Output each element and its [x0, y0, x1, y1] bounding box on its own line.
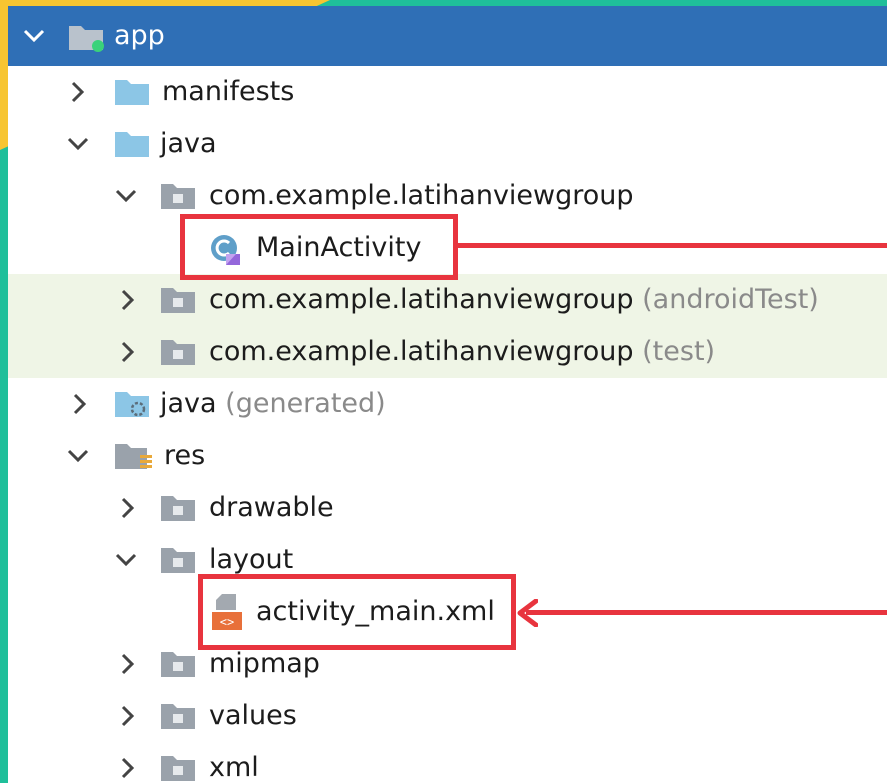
tree-node-suffix: (androidTest) — [642, 284, 819, 315]
tree-node-res[interactable]: res — [8, 430, 887, 482]
tree-node-values[interactable]: values — [8, 690, 887, 742]
chevron-right-icon[interactable] — [116, 756, 140, 780]
chevron-right-icon[interactable] — [116, 340, 140, 364]
module-folder-icon — [68, 22, 104, 56]
tree-node-package-androidtest[interactable]: com.example.latihanviewgroup (androidTes… — [8, 274, 887, 326]
chevron-down-icon[interactable] — [22, 24, 46, 48]
tree-node-label: java — [160, 128, 217, 159]
chevron-right-icon[interactable] — [116, 496, 140, 520]
chevron-right-icon[interactable] — [116, 288, 140, 312]
tree-node-java[interactable]: java — [8, 118, 887, 170]
package-icon — [160, 337, 196, 371]
tree-node-label: com.example.latihanviewgroup (androidTes… — [209, 284, 819, 315]
tree-node-suffix: (test) — [642, 336, 716, 367]
package-icon — [160, 285, 196, 319]
highlight-box-activity-main-xml — [198, 574, 516, 650]
tree-node-label: java (generated) — [160, 388, 386, 419]
tree-node-manifests[interactable]: manifests — [8, 66, 887, 118]
package-icon — [160, 545, 196, 579]
tree-node-drawable[interactable]: drawable — [8, 482, 887, 534]
chevron-right-icon[interactable] — [68, 392, 92, 416]
chevron-right-icon[interactable] — [116, 704, 140, 728]
tree-node-label: res — [164, 440, 206, 471]
chevron-right-icon[interactable] — [66, 80, 90, 104]
package-icon — [160, 493, 196, 527]
tree-node-app[interactable]: app — [8, 6, 887, 66]
tree-node-label: com.example.latihanviewgroup (test) — [209, 336, 716, 367]
chevron-right-icon[interactable] — [116, 652, 140, 676]
annotation-arrow-line — [526, 610, 887, 615]
package-icon — [160, 649, 196, 683]
chevron-down-icon[interactable] — [66, 444, 90, 468]
tree-node-label: xml — [209, 752, 259, 783]
package-icon — [160, 753, 196, 783]
package-icon — [160, 181, 196, 215]
folder-icon — [114, 77, 150, 111]
tree-node-label: values — [209, 700, 297, 731]
tree-node-package-test[interactable]: com.example.latihanviewgroup (test) — [8, 326, 887, 378]
package-icon — [160, 701, 196, 735]
folder-icon — [114, 129, 150, 163]
tree-node-suffix: (generated) — [225, 388, 386, 419]
generated-folder-icon — [114, 389, 150, 423]
chevron-down-icon[interactable] — [114, 184, 138, 208]
chevron-down-icon[interactable] — [66, 132, 90, 156]
chevron-down-icon[interactable] — [114, 548, 138, 572]
tree-node-label: manifests — [162, 76, 295, 107]
arrow-head-icon — [516, 598, 539, 631]
annotation-arrow-line — [458, 243, 887, 248]
tree-node-java-generated[interactable]: java (generated) — [8, 378, 887, 430]
project-tree-panel: app manifests java com.example.latihanvi… — [8, 6, 887, 783]
tree-node-label: drawable — [209, 492, 334, 523]
highlight-box-main-activity — [180, 214, 458, 280]
resource-folder-icon — [114, 441, 154, 477]
tree-node-label: app — [114, 20, 165, 51]
tree-node-xml[interactable]: xml — [8, 742, 887, 783]
